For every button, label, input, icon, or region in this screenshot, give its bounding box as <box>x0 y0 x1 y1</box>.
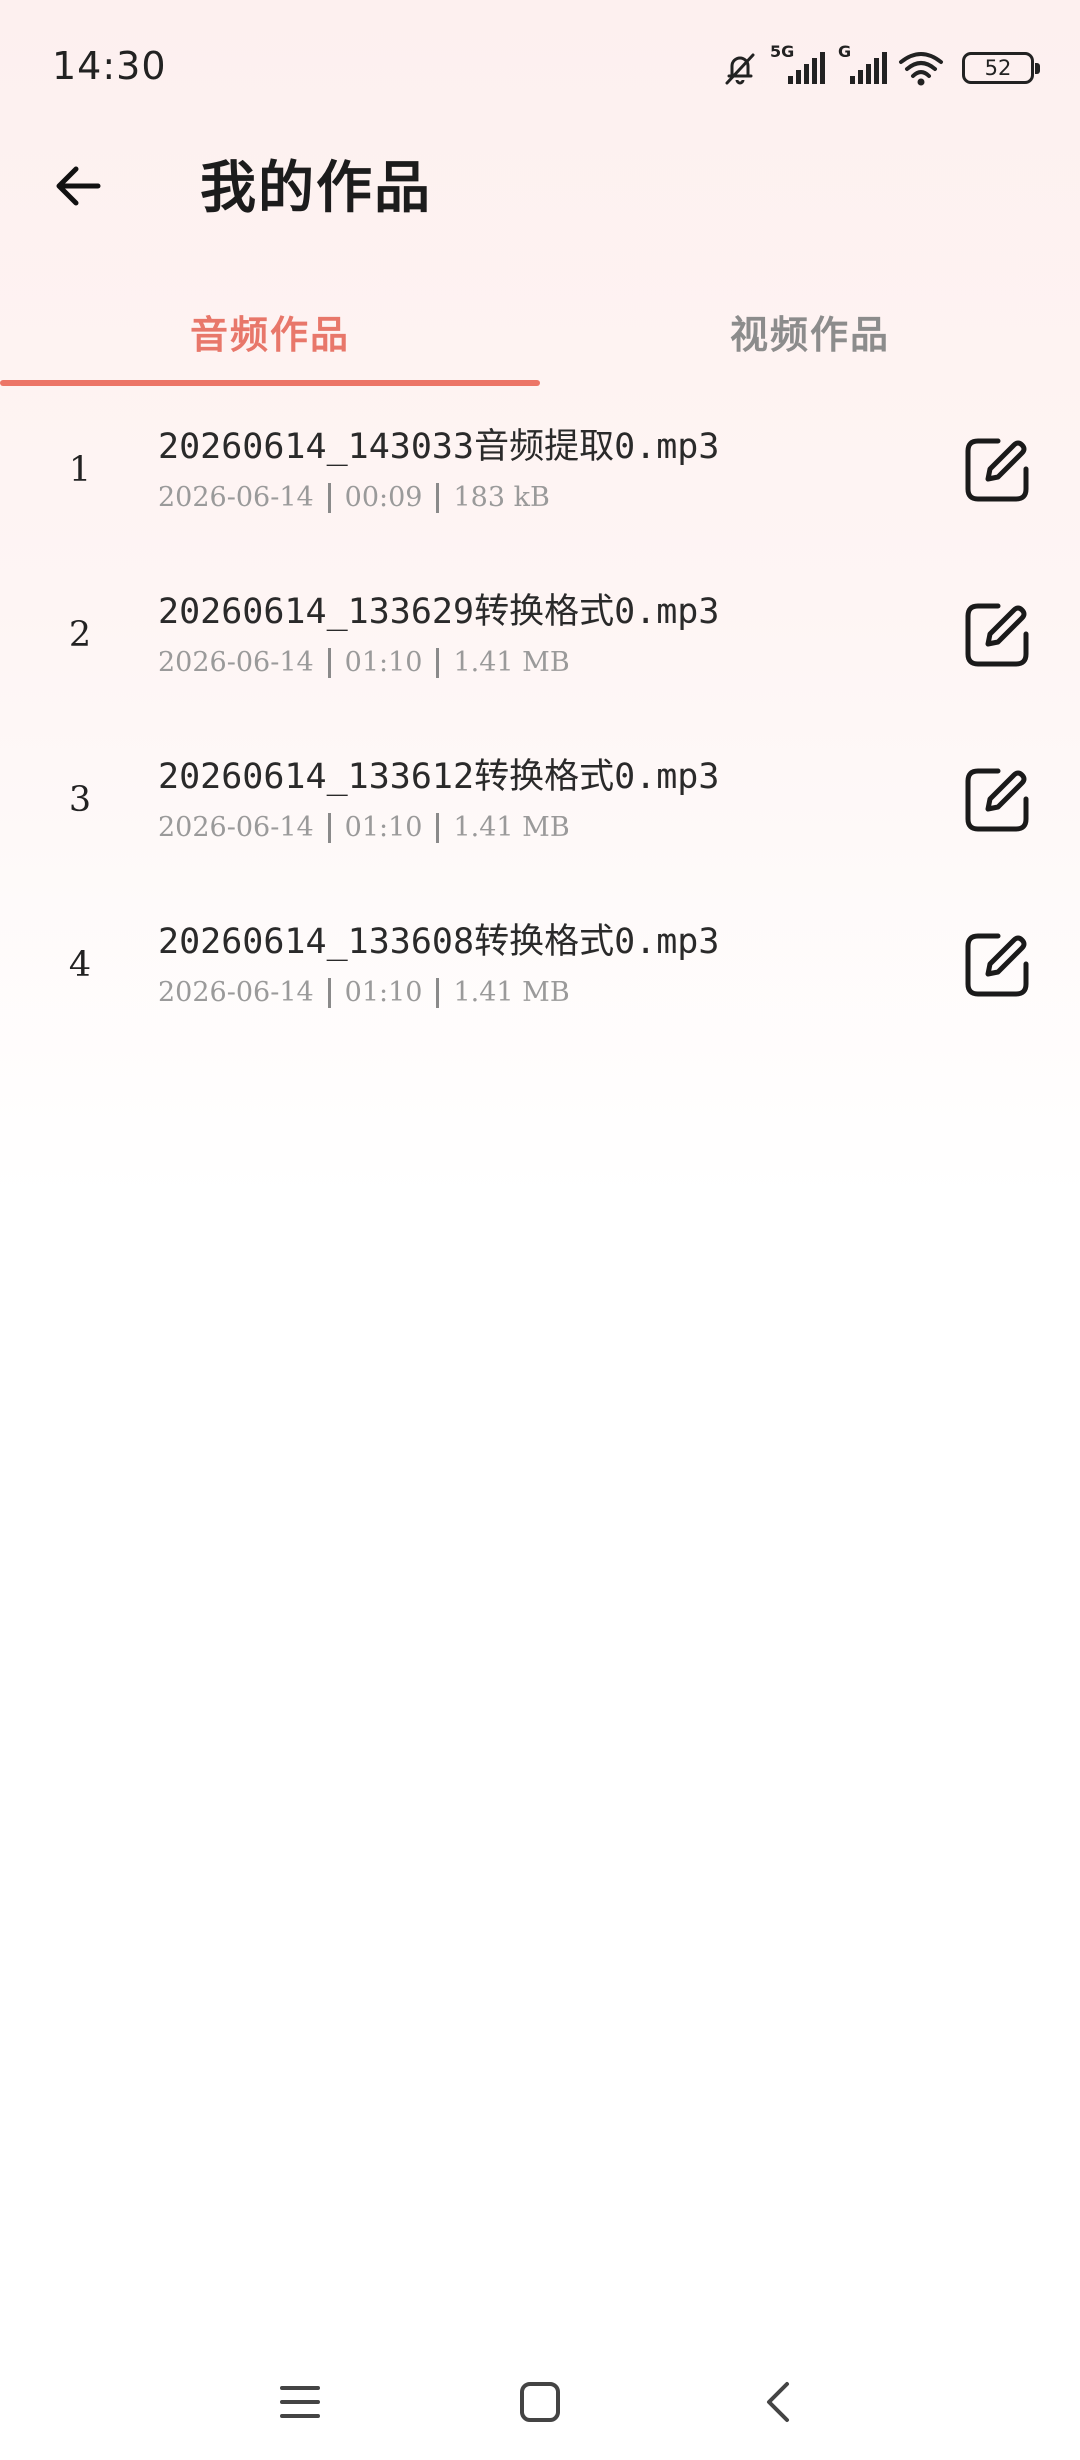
edit-button[interactable] <box>955 595 1039 679</box>
battery-level: 52 <box>984 56 1012 80</box>
item-index: 4 <box>68 945 92 985</box>
item-index: 1 <box>68 450 92 490</box>
item-filename: 20260614_133612转换格式0.mp3 <box>158 757 720 797</box>
meta-divider <box>436 977 440 1008</box>
meta-divider <box>327 647 331 678</box>
list-item[interactable]: 3 20260614_133612转换格式0.mp3 2026-06-14 01… <box>0 730 1080 895</box>
edit-icon <box>962 435 1032 509</box>
home-button[interactable] <box>500 2364 580 2444</box>
system-nav-bar <box>0 2340 1080 2460</box>
meta-divider <box>327 977 331 1008</box>
item-size: 1.41 MB <box>453 977 570 1008</box>
item-meta: 2026-06-14 01:10 1.41 MB <box>158 812 570 843</box>
meta-divider <box>436 482 440 513</box>
meta-divider <box>327 812 331 843</box>
item-duration: 01:10 <box>344 812 423 843</box>
network-type-label: 5G <box>770 42 795 61</box>
item-meta: 2026-06-14 01:10 1.41 MB <box>158 647 570 678</box>
app-header: 我的作品 <box>0 136 1080 276</box>
tab-bar: 音频作品 视频作品 <box>0 276 1080 386</box>
tab-active-indicator <box>0 380 540 386</box>
battery-icon: 52 <box>962 52 1040 84</box>
edit-button[interactable] <box>955 925 1039 1009</box>
item-size: 183 kB <box>453 482 550 513</box>
list-item[interactable]: 1 20260614_143033音频提取0.mp3 2026-06-14 00… <box>0 400 1080 565</box>
item-index: 2 <box>68 615 92 655</box>
signal-icon: 5G <box>770 42 826 88</box>
item-duration: 01:10 <box>344 977 423 1008</box>
wifi-icon <box>898 48 944 88</box>
meta-divider <box>327 482 331 513</box>
item-duration: 01:10 <box>344 647 423 678</box>
status-icons: 5G G 52 <box>720 42 1040 92</box>
item-date: 2026-06-14 <box>158 647 314 678</box>
item-date: 2026-06-14 <box>158 812 314 843</box>
item-date: 2026-06-14 <box>158 977 314 1008</box>
item-meta: 2026-06-14 00:09 183 kB <box>158 482 550 513</box>
item-size: 1.41 MB <box>453 812 570 843</box>
menu-icon <box>277 2379 323 2429</box>
item-duration: 00:09 <box>344 482 423 513</box>
network-type-label: G <box>838 42 852 61</box>
back-icon <box>757 2379 803 2429</box>
back-button[interactable] <box>38 148 118 228</box>
tab-audio-works[interactable]: 音频作品 <box>0 276 540 386</box>
status-time: 14:30 <box>52 44 167 88</box>
item-index: 3 <box>68 780 92 820</box>
list-item[interactable]: 4 20260614_133608转换格式0.mp3 2026-06-14 01… <box>0 895 1080 1060</box>
arrow-left-icon <box>52 160 104 216</box>
item-filename: 20260614_133608转换格式0.mp3 <box>158 922 720 962</box>
status-bar: 14:30 5G G 52 <box>0 0 1080 136</box>
item-size: 1.41 MB <box>453 647 570 678</box>
edit-button[interactable] <box>955 760 1039 844</box>
system-back-button[interactable] <box>740 2364 820 2444</box>
edit-icon <box>962 930 1032 1004</box>
item-meta: 2026-06-14 01:10 1.41 MB <box>158 977 570 1008</box>
list-item[interactable]: 2 20260614_133629转换格式0.mp3 2026-06-14 01… <box>0 565 1080 730</box>
recents-button[interactable] <box>260 2364 340 2444</box>
meta-divider <box>436 812 440 843</box>
edit-icon <box>962 600 1032 674</box>
edit-icon <box>962 765 1032 839</box>
home-icon <box>517 2379 563 2429</box>
item-filename: 20260614_143033音频提取0.mp3 <box>158 427 720 467</box>
tab-video-works[interactable]: 视频作品 <box>540 276 1080 386</box>
edit-button[interactable] <box>955 430 1039 514</box>
item-filename: 20260614_133629转换格式0.mp3 <box>158 592 720 632</box>
bell-off-icon <box>720 48 760 88</box>
item-date: 2026-06-14 <box>158 482 314 513</box>
signal-icon: G <box>836 42 888 88</box>
page-title: 我的作品 <box>200 156 432 221</box>
meta-divider <box>436 647 440 678</box>
